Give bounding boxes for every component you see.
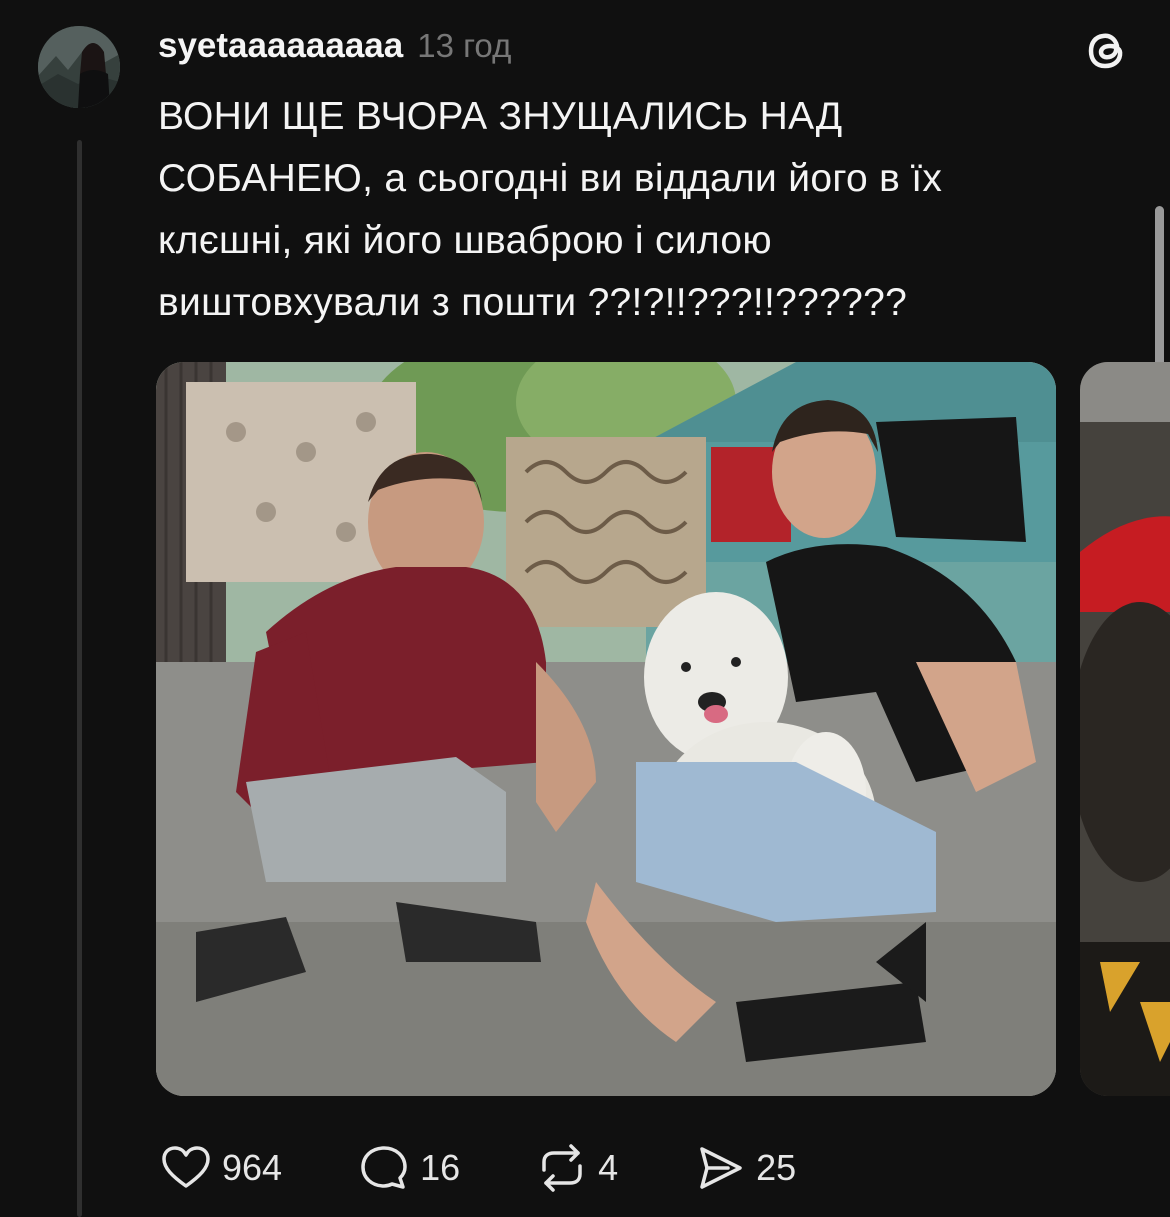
timestamp: 13 год xyxy=(417,27,512,64)
post-text: ВОНИ ЩЕ ВЧОРА ЗНУЩАЛИСЬ НАД СОБАНЕЮ, а с… xyxy=(158,86,1118,334)
post-text-line: СОБАНЕЮ, а сьогодні ви віддали його в їх xyxy=(158,157,943,200)
comment-bubble-icon xyxy=(361,1146,407,1189)
like-count: 964 xyxy=(222,1147,283,1188)
thread-line xyxy=(77,140,82,1217)
threads-logo-icon[interactable] xyxy=(1082,24,1134,76)
avatar-photo xyxy=(38,26,120,108)
reply-count: 16 xyxy=(420,1147,461,1188)
post-photo[interactable] xyxy=(156,362,1056,1096)
repost-button[interactable]: 4 xyxy=(534,1140,618,1196)
repost-arrows-icon xyxy=(542,1144,582,1192)
reply-button[interactable]: 16 xyxy=(356,1140,460,1196)
share-button[interactable]: 25 xyxy=(692,1140,796,1196)
post-text-line: ВОНИ ЩЕ ВЧОРА ЗНУЩАЛИСЬ НАД xyxy=(158,95,843,138)
threads-post-screen: syetaaaaaaaaa 13 год ВОНИ ЩЕ ВЧОРА ЗНУЩА… xyxy=(0,0,1170,1217)
share-count: 25 xyxy=(756,1147,797,1188)
post-actions: 964 16 4 25 xyxy=(158,1138,870,1198)
avatar[interactable] xyxy=(38,26,120,108)
post-text-line: клєшні, які його шваброю і силою xyxy=(158,219,772,262)
send-paper-plane-icon xyxy=(700,1147,742,1189)
heart-icon xyxy=(162,1146,210,1188)
repost-count: 4 xyxy=(598,1147,619,1188)
username[interactable]: syetaaaaaaaaa xyxy=(158,26,403,66)
post-photo-next[interactable] xyxy=(1080,362,1170,1096)
like-button[interactable]: 964 xyxy=(158,1140,282,1196)
post-text-line: виштовхували з пошти ??!?!!???!!?????? xyxy=(158,281,908,324)
post-header: syetaaaaaaaaa 13 год xyxy=(158,26,511,66)
